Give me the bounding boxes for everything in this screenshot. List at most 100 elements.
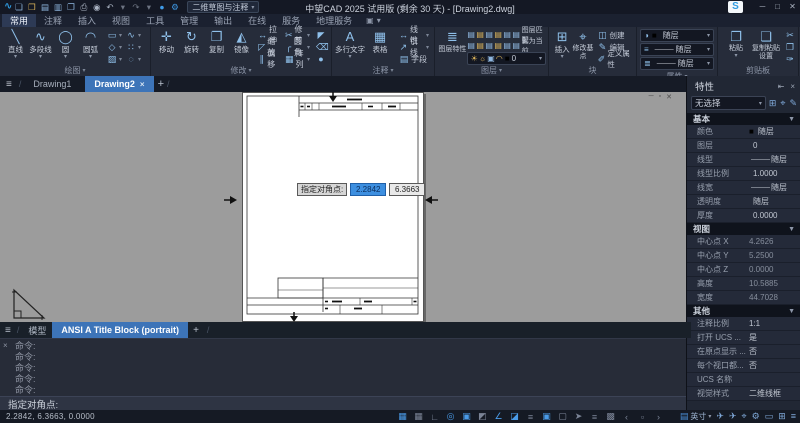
command-prompt[interactable]: 指定对角点: xyxy=(0,396,686,410)
minimize-button[interactable]: ─ xyxy=(755,0,770,14)
preview-icon[interactable]: ◉ xyxy=(90,0,103,14)
modify-extra-icon[interactable]: ● xyxy=(314,53,328,65)
open-folder-icon[interactable]: ❒ xyxy=(25,0,38,14)
layer-tool-icon[interactable]: ▤ xyxy=(476,30,485,39)
grid-icon[interactable]: ▦ xyxy=(412,411,425,422)
save-icon[interactable]: ▤ xyxy=(38,0,51,14)
close-icon[interactable]: × xyxy=(140,80,145,89)
redo-caret-icon[interactable]: ▾ xyxy=(142,0,155,14)
layer-tool-icon[interactable]: ▤ xyxy=(503,30,512,39)
dyn-input-icon[interactable]: ◪ xyxy=(508,411,521,422)
ribbon-tab[interactable]: 管理 xyxy=(172,14,206,27)
layer-tool-icon[interactable]: ▤ xyxy=(494,41,503,50)
clean-screen-icon[interactable]: ▭ xyxy=(765,411,774,422)
property-row[interactable]: 在原点显示 ... 否 xyxy=(687,345,800,359)
layer-state-icon[interactable]: ☀ xyxy=(471,54,478,63)
panel-label-block[interactable]: 块 xyxy=(549,65,636,76)
fade-icon[interactable]: ▩ xyxy=(604,411,617,422)
document-tab[interactable]: Drawing2 × xyxy=(85,76,153,92)
insert-block-button[interactable]: ⊞ 插入 ▾ xyxy=(552,29,572,60)
property-row[interactable]: 中心点 X 4.2626 xyxy=(687,235,800,249)
ribbon-tab[interactable]: 输出 xyxy=(206,14,240,27)
block-small-button[interactable]: ◫ 创建 xyxy=(596,29,633,41)
property-row[interactable]: 中心点 Z 0.0000 xyxy=(687,263,800,277)
workspace-selector[interactable]: 二维草图与注释 ▾ xyxy=(187,1,259,13)
ribbon-style-icon[interactable]: ▣ xyxy=(366,16,374,25)
ribbon-tab[interactable]: 注释 xyxy=(36,14,70,27)
dynamic-input-x[interactable]: 2.2842 xyxy=(350,183,386,196)
draw-small-button[interactable]: ◌ ▾ xyxy=(124,53,143,65)
annotation-scale-icon[interactable]: ✈ xyxy=(716,411,724,422)
layer-tool-icon[interactable]: ▤ xyxy=(503,41,512,50)
panel-label-layer[interactable]: 图层▾ xyxy=(435,65,548,76)
pin-icon[interactable]: ⇤ xyxy=(778,82,785,91)
dynamic-input-y[interactable]: 6.3663 xyxy=(389,183,425,196)
property-row[interactable]: 透明度 随层 xyxy=(687,195,800,209)
auto-scale-icon[interactable]: ⌖ xyxy=(742,411,747,422)
draw-small-button[interactable]: ∷ ▾ xyxy=(124,41,143,53)
layout-box-icon[interactable]: ▫ xyxy=(636,411,649,422)
save-as-icon[interactable]: ▥ xyxy=(51,0,64,14)
settings-gear-icon[interactable]: ⚙ xyxy=(752,411,760,422)
draw-small-button[interactable]: ▨ ▾ xyxy=(105,53,124,65)
annotation-visibility-icon[interactable]: ✈ xyxy=(729,411,737,422)
annotate-tool-button[interactable]: ▦ 表格 xyxy=(365,29,395,60)
ribbon-tab[interactable]: 视图 xyxy=(104,14,138,27)
property-row[interactable]: 宽度 44.7028 xyxy=(687,291,800,305)
modify-extra-icon[interactable]: ◤ xyxy=(314,29,328,41)
selection-dropdown[interactable]: 无选择 ▾ xyxy=(691,96,766,110)
close-icon[interactable]: × xyxy=(790,82,795,91)
layer-tool-icon[interactable]: ▤ xyxy=(485,30,494,39)
annotate-tool-button[interactable]: A 多行文字 ▾ xyxy=(335,29,365,60)
property-row[interactable]: 厚度 0.0000 xyxy=(687,209,800,223)
panel-label-modify[interactable]: 修改▾ xyxy=(151,65,331,76)
ribbon-tab[interactable]: 工具 xyxy=(138,14,172,27)
maximize-button[interactable]: □ xyxy=(770,0,785,14)
copy-icon[interactable]: ❐ xyxy=(64,0,77,14)
print-icon[interactable]: ⎙ xyxy=(77,0,90,14)
property-row[interactable]: 打开 UCS ... 是 xyxy=(687,331,800,345)
viewport-restore-button[interactable]: ▫ xyxy=(659,93,661,101)
snap-icon[interactable]: ▦ xyxy=(396,411,409,422)
property-row[interactable]: 颜色 ■随层 xyxy=(687,125,800,139)
new-file-icon[interactable]: ❏ xyxy=(12,0,25,14)
section-header-view[interactable]: 视图 ▼ xyxy=(687,223,800,235)
transparency-icon[interactable]: ▣ xyxy=(540,411,553,422)
close-button[interactable]: ✕ xyxy=(785,0,800,14)
quick-properties-icon[interactable]: ▢ xyxy=(556,411,569,422)
drawing-canvas[interactable]: ─▫✕ 指定对角点: 2.2842 6.3663 xyxy=(0,92,686,322)
property-row[interactable]: 每个视口都... 否 xyxy=(687,359,800,373)
annotate-small-button[interactable]: ▤ 字段 xyxy=(397,53,431,65)
draw-small-button[interactable]: ▭ ▾ xyxy=(105,29,124,41)
property-row[interactable]: 图层 0 xyxy=(687,139,800,153)
layer-tool-icon[interactable]: ▤ xyxy=(467,41,476,50)
chevron-down-icon[interactable]: ▾ xyxy=(377,16,381,25)
lineweight-icon[interactable]: ≡ xyxy=(524,411,537,422)
next-layout-icon[interactable]: › xyxy=(652,411,665,422)
undo-caret-icon[interactable]: ▾ xyxy=(116,0,129,14)
layer-dropdown[interactable]: ☀☼▣◠ ■ 0 ▾ xyxy=(467,52,546,65)
layer-state-icon[interactable]: ◠ xyxy=(496,54,503,63)
draw-tool-button[interactable]: ◠ 圆弧 ▾ xyxy=(78,29,103,60)
modify-tool-button[interactable]: ✛ 移动 xyxy=(154,29,179,54)
property-dropdown[interactable]: ◑ ■ 随层 ▾ xyxy=(640,29,714,42)
layer-tool-icon[interactable]: ▤ xyxy=(512,41,521,50)
property-row[interactable]: 高度 10.5885 xyxy=(687,277,800,291)
redo-icon[interactable]: ↷ xyxy=(129,0,142,14)
app-logo-icon[interactable]: ∿ xyxy=(4,0,12,14)
clipboard-tool-button[interactable]: ❐ 粘贴 ▾ xyxy=(721,29,751,61)
annotate-small-button[interactable]: ↗ 引线 ▾ xyxy=(397,41,431,53)
draw-small-button[interactable]: ◇ ▾ xyxy=(105,41,124,53)
clipboard-small-button[interactable]: ✑ xyxy=(783,53,797,65)
modify-small-button[interactable]: ▦ 阵列 ▾ xyxy=(283,53,312,65)
property-row[interactable]: 线宽 ———随层 xyxy=(687,181,800,195)
layout-menu-icon[interactable]: ≡ xyxy=(5,325,11,336)
doc-menu-icon[interactable]: ≡ xyxy=(6,79,12,90)
draw-tool-button[interactable]: ╲ 直线 ▾ xyxy=(3,29,28,60)
edit-base-point-button[interactable]: ⌖ 修改基点 xyxy=(572,29,593,61)
undo-icon[interactable]: ↶ xyxy=(103,0,116,14)
draw-tool-button[interactable]: ∿ 多段线 ▾ xyxy=(28,29,53,60)
pickadd-toggle-icon[interactable]: ⊞ xyxy=(769,98,777,109)
model-tab[interactable]: 模型 xyxy=(22,324,52,337)
ribbon-tab[interactable]: 常用 xyxy=(2,14,36,27)
